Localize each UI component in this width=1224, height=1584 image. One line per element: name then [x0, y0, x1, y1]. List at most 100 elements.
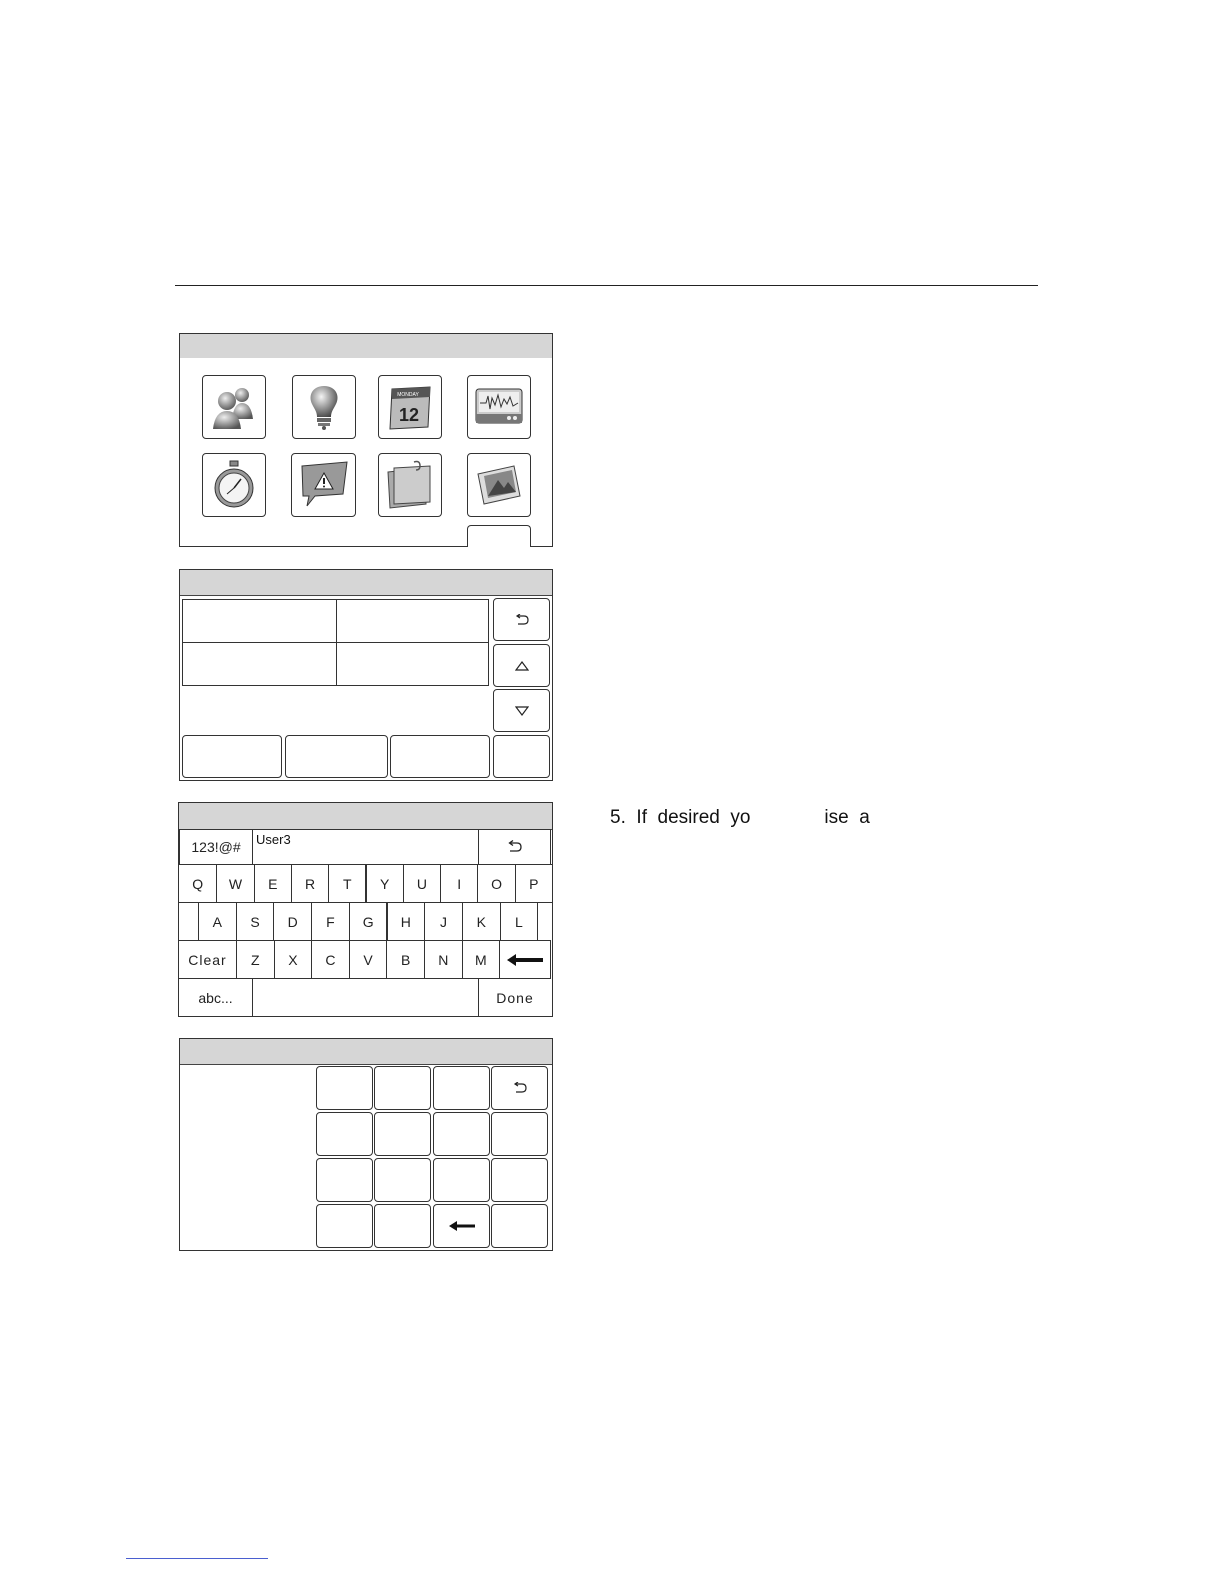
key-p[interactable]: P: [514, 864, 553, 903]
alert-message-icon: [300, 461, 348, 507]
keyboard-title-bar: [179, 803, 552, 830]
waveform-monitor-icon: [475, 388, 523, 424]
menu-title-bar: [180, 334, 552, 358]
back-key[interactable]: [478, 829, 551, 865]
key-s[interactable]: S: [235, 902, 275, 941]
key-x[interactable]: X: [273, 940, 313, 979]
key-i[interactable]: I: [440, 864, 479, 903]
stopwatch-icon: [214, 460, 254, 508]
svg-text:MONDAY: MONDAY: [397, 392, 419, 398]
action-button-2[interactable]: [285, 735, 388, 778]
users-icon: [213, 388, 253, 429]
keypad-key[interactable]: [433, 1112, 490, 1156]
back-button[interactable]: [491, 1066, 548, 1110]
calendar-icon: MONDAY 12: [389, 386, 431, 430]
keypad-key[interactable]: [316, 1158, 373, 1202]
notes-button[interactable]: [378, 453, 442, 517]
back-arrow-icon: [507, 840, 522, 852]
keypad-key[interactable]: [491, 1112, 548, 1156]
row2-right-spacer: [537, 902, 551, 941]
keypad-title-bar: [180, 1039, 552, 1065]
backspace-key[interactable]: [499, 940, 551, 979]
key-a[interactable]: A: [198, 902, 237, 941]
header-rule: [175, 285, 1038, 286]
waveform-monitor-button[interactable]: [467, 375, 531, 439]
notes-icon: [387, 460, 431, 509]
svg-text:12: 12: [399, 405, 419, 425]
symbols-mode-key[interactable]: 123!@#: [179, 829, 253, 865]
key-u[interactable]: U: [402, 864, 442, 903]
lightbulb-icon: [310, 386, 338, 430]
key-k[interactable]: K: [461, 902, 501, 941]
picture-button[interactable]: [467, 453, 531, 517]
key-z[interactable]: Z: [236, 940, 275, 979]
picture-icon: [477, 465, 521, 505]
table-cell[interactable]: [336, 642, 488, 685]
alert-message-button[interactable]: [291, 453, 356, 517]
key-w[interactable]: W: [216, 864, 255, 903]
keypad-key[interactable]: [433, 1066, 490, 1110]
clear-key[interactable]: Clear: [179, 940, 237, 979]
back-button[interactable]: [493, 598, 550, 641]
stopwatch-button[interactable]: [202, 453, 266, 517]
calendar-button[interactable]: MONDAY 12: [378, 375, 442, 439]
scroll-up-button[interactable]: [493, 644, 550, 687]
keypad-key[interactable]: [374, 1204, 431, 1248]
row2-left-spacer: [179, 902, 199, 941]
menu-corner-button[interactable]: [467, 525, 531, 547]
key-h[interactable]: H: [386, 902, 426, 941]
table-cell[interactable]: [336, 600, 488, 643]
backspace-arrow-icon: [448, 1221, 475, 1231]
keypad-key[interactable]: [491, 1158, 548, 1202]
table-cell[interactable]: [183, 642, 337, 685]
keypad-key[interactable]: [374, 1112, 431, 1156]
abc-mode-key[interactable]: abc...: [179, 978, 253, 1016]
action-button-3[interactable]: [390, 735, 490, 778]
name-input[interactable]: User3: [252, 829, 479, 865]
keypad-key[interactable]: [316, 1204, 373, 1248]
key-o[interactable]: O: [477, 864, 516, 903]
keypad-screen: [179, 1038, 553, 1251]
list-table: [182, 599, 489, 686]
key-q[interactable]: Q: [179, 864, 218, 903]
key-l[interactable]: L: [499, 902, 539, 941]
space-key[interactable]: [252, 978, 479, 1016]
backspace-arrow-icon: [507, 953, 543, 966]
done-key[interactable]: Done: [478, 978, 551, 1016]
action-button-4[interactable]: [493, 735, 550, 778]
table-cell[interactable]: [183, 600, 337, 643]
list-screen: [179, 569, 553, 781]
back-arrow-icon: [515, 613, 529, 625]
keypad-key[interactable]: [374, 1066, 431, 1110]
action-button-1[interactable]: [182, 735, 282, 778]
key-r[interactable]: R: [290, 864, 330, 903]
key-j[interactable]: J: [424, 902, 463, 941]
back-arrow-icon: [513, 1082, 527, 1093]
key-y[interactable]: Y: [365, 864, 404, 903]
scroll-down-button[interactable]: [493, 689, 550, 732]
keypad-key[interactable]: [491, 1204, 548, 1248]
keypad-key[interactable]: [433, 1158, 490, 1202]
key-m[interactable]: M: [461, 940, 501, 979]
main-menu-screen: MONDAY 12: [179, 333, 553, 547]
lightbulb-button[interactable]: [292, 375, 356, 439]
key-n[interactable]: N: [424, 940, 463, 979]
key-c[interactable]: C: [311, 940, 350, 979]
key-b[interactable]: B: [386, 940, 425, 979]
key-t[interactable]: T: [328, 864, 367, 903]
key-f[interactable]: F: [311, 902, 350, 941]
instruction-step: 5. If desired yo ise a: [610, 807, 870, 828]
keypad-key[interactable]: [316, 1066, 373, 1110]
key-g[interactable]: G: [348, 902, 388, 941]
backspace-key[interactable]: [433, 1204, 490, 1248]
footer-link-underline: [126, 1558, 268, 1559]
keypad-key[interactable]: [316, 1112, 373, 1156]
list-title-bar: [180, 570, 552, 596]
key-v[interactable]: V: [348, 940, 388, 979]
up-triangle-icon: [514, 660, 529, 671]
keyboard-screen: 123!@# User3 Clear abc... Done QWERTYUIO…: [178, 802, 553, 1017]
key-d[interactable]: D: [273, 902, 313, 941]
users-button[interactable]: [202, 375, 266, 439]
keypad-key[interactable]: [374, 1158, 431, 1202]
key-e[interactable]: E: [253, 864, 292, 903]
